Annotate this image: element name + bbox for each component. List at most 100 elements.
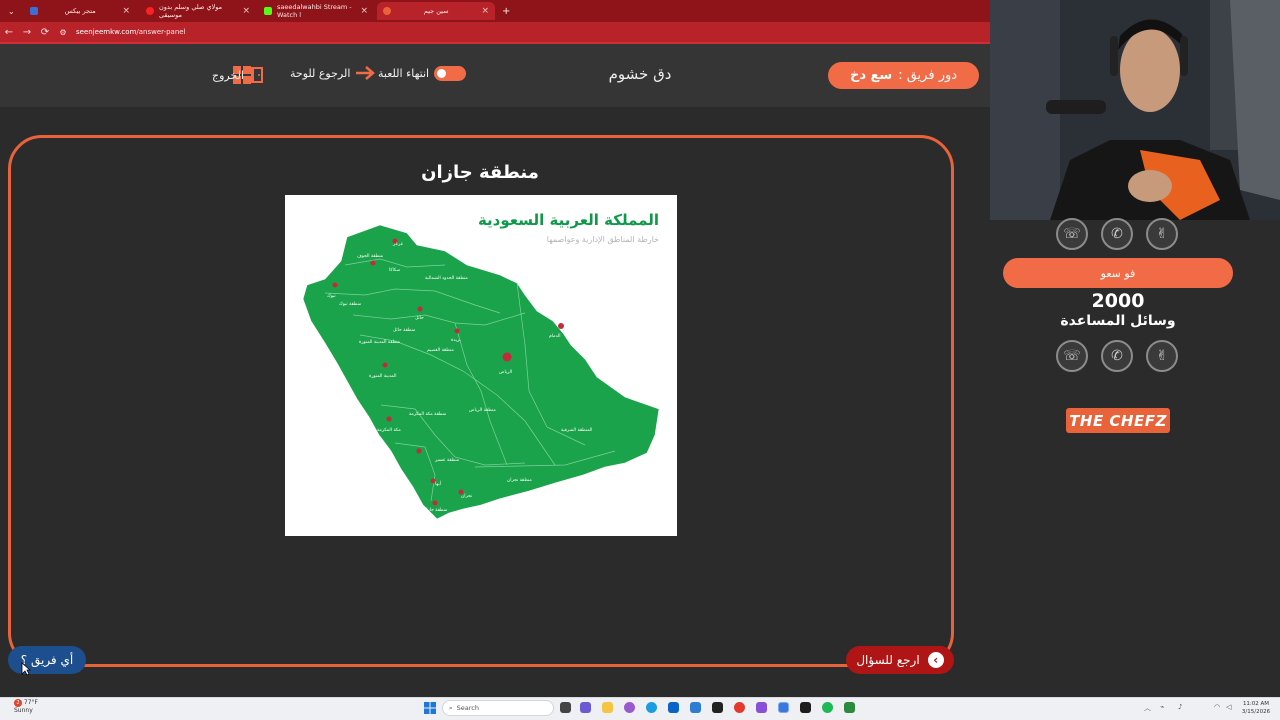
exit-label: الخروج [212, 68, 244, 82]
end-game-label: انتهاء اللعبة [378, 67, 430, 80]
arrow-right-icon [356, 66, 376, 80]
helper-peace-hand-icon[interactable]: ✌ [1146, 218, 1178, 250]
url-path: /answer-panel [136, 28, 186, 36]
map-label: الدمام [549, 334, 561, 339]
weather-widget[interactable]: 2 77°F Sunny [14, 699, 38, 715]
favicon-icon [30, 7, 38, 15]
toggle-icon[interactable] [434, 66, 467, 81]
map-label: منطقة القصيم [427, 348, 454, 353]
back-arrow-icon[interactable]: ← [0, 27, 18, 38]
clock-time: 11:02 AM [1242, 701, 1270, 707]
file-explorer-icon[interactable] [602, 702, 613, 713]
address-bar: ← → ⟳ ⚙ seenjeemkw.com/answer-panel [0, 22, 990, 42]
map-label: منطقة المدينة المنورة [359, 340, 401, 345]
helper-peace-hand-icon[interactable]: ✌ [1146, 340, 1178, 372]
windows-taskbar [0, 697, 1280, 720]
clock-date: 3/15/2026 [1241, 709, 1271, 715]
app-icon[interactable] [778, 702, 789, 713]
map-label: أبها [435, 480, 441, 487]
back-to-question-label: ارجع للسؤال [856, 653, 920, 667]
notification-badge: 2 [14, 699, 22, 707]
app-icon[interactable] [756, 702, 767, 713]
tab-label: saeedalwahbi Stream - Watch l [277, 3, 352, 19]
mouse-cursor-icon [21, 662, 31, 676]
app-icon[interactable] [712, 702, 723, 713]
volume-icon[interactable]: ◁ [1226, 703, 1231, 711]
map-label: جازان [405, 508, 416, 513]
tab-menu-button[interactable]: ⌄ [2, 2, 22, 20]
map-label: حائل [415, 316, 424, 321]
calculator-icon[interactable] [690, 702, 701, 713]
map-shape: عرعر منطقة الجوف سكاكا منطقة الحدود الشم… [302, 224, 660, 520]
back-to-board-label: الرجوع للوحة [290, 66, 351, 80]
tab-label: متجر بيكس [64, 7, 96, 15]
chrome-icon[interactable] [734, 702, 745, 713]
map-label: منطقة الباحة [373, 460, 398, 465]
map-label: منطقة عسير [434, 458, 460, 463]
helper-call-friend-icon[interactable]: ☏ [1056, 340, 1088, 372]
close-icon[interactable]: × [242, 6, 250, 16]
favicon-icon [383, 7, 391, 15]
app-icon[interactable] [844, 702, 855, 713]
outlook-icon[interactable] [668, 702, 679, 713]
back-to-board-button[interactable]: الرجوع للوحة [290, 66, 377, 80]
tab-store[interactable]: متجر بيكس × [24, 2, 136, 20]
forward-arrow-icon[interactable]: → [18, 27, 36, 38]
helper-phone-icon[interactable]: ✆ [1101, 340, 1133, 372]
helper-phone-icon[interactable]: ✆ [1101, 218, 1133, 250]
chevron-up-icon[interactable]: ︿ [1144, 703, 1151, 713]
game-title: دق خشوم [608, 65, 672, 83]
map-label: تبوك [327, 294, 336, 299]
terminal-icon[interactable] [800, 702, 811, 713]
map-label: منطقة الرياض [469, 408, 496, 413]
site-info-icon[interactable]: ⚙ [54, 28, 72, 37]
back-to-question-button[interactable]: › ارجع للسؤال [846, 646, 954, 674]
copilot-icon[interactable] [624, 702, 635, 713]
network-icon[interactable]: ⌁ [1160, 703, 1164, 711]
search-placeholder: Search [456, 704, 479, 712]
weather-desc: Sunny [14, 707, 33, 714]
map-label: مكة المكرمة [377, 427, 401, 433]
door-exit-icon [251, 67, 263, 83]
search-icon: ⌕ [449, 703, 453, 712]
end-game-button[interactable]: انتهاء اللعبة [378, 66, 467, 81]
chevron-down-icon: ⌄ [8, 6, 15, 16]
map-label: سكاكا [389, 267, 400, 273]
close-icon[interactable]: × [481, 6, 489, 16]
map-label: عرعر [392, 242, 404, 247]
browser-tab-bar: ⌄ متجر بيكس × مولاي صلي وسلم بدون موسيقى… [0, 0, 990, 22]
map-label: منطقة الجوف [357, 254, 384, 259]
streamer-webcam [990, 0, 1280, 220]
close-icon[interactable]: × [360, 6, 368, 16]
url-host: seenjeemkw.com [76, 28, 137, 36]
helper-call-friend-icon[interactable]: ☏ [1056, 218, 1088, 250]
tab-youtube[interactable]: مولاي صلي وسلم بدون موسيقى × [140, 2, 256, 20]
task-view-icon[interactable] [560, 702, 571, 713]
taskbar-search[interactable]: ⌕ Search [442, 700, 554, 716]
which-team-button[interactable]: أي فريق ؟ [8, 646, 86, 674]
team-score: 2000 [1091, 290, 1145, 312]
microphone-icon[interactable]: ♪ [1178, 703, 1182, 711]
taskbar-clock[interactable]: 11:02 AM 3/15/2026 [1236, 700, 1276, 716]
spotify-icon[interactable] [822, 702, 833, 713]
url-field[interactable]: seenjeemkw.com/answer-panel [76, 28, 186, 36]
plus-icon: + [502, 5, 511, 17]
teams-icon[interactable] [580, 702, 591, 713]
tab-label: مولاي صلي وسلم بدون موسيقى [159, 3, 223, 19]
answer-title: منطقة جازان [421, 162, 539, 183]
map-label: منطقة حائل [393, 328, 416, 333]
tab-kick-stream[interactable]: saeedalwahbi Stream - Watch l × [258, 2, 374, 20]
map-label: منطقة جازان [423, 508, 448, 513]
windows-start-icon[interactable] [424, 702, 436, 714]
close-icon[interactable]: × [122, 6, 130, 16]
reload-icon[interactable]: ⟳ [36, 27, 54, 38]
tab-seenjeem[interactable]: سين جيم × [377, 2, 495, 20]
map-label: بريدة [451, 338, 461, 343]
saudi-regions-map-image: المملكة العربية السعودية خارطة المناطق ا… [285, 195, 677, 536]
exit-button[interactable]: الخروج [212, 66, 267, 84]
new-tab-button[interactable]: + [496, 2, 512, 20]
edge-icon[interactable] [646, 702, 657, 713]
map-label: منطقة تبوك [339, 302, 362, 307]
map-label: المدينة المنورة [369, 374, 396, 379]
wifi-icon[interactable]: ◠ [1214, 703, 1220, 711]
